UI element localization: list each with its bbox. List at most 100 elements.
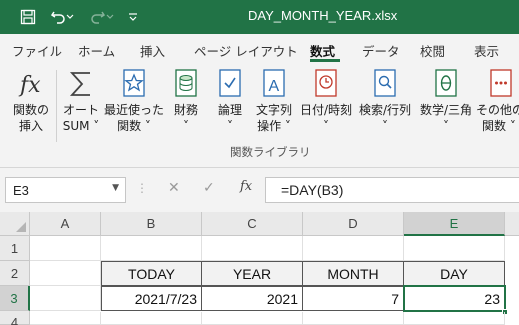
lookup-reference-button[interactable]: 検索/行列 ˅ xyxy=(356,68,414,134)
tab-data[interactable]: データ xyxy=(362,41,400,60)
ribbon-tabs: ファイル ホーム 挿入 ページ レイアウト 数式 データ 校閲 表示 xyxy=(0,34,519,64)
column-header-c[interactable]: C xyxy=(202,212,303,236)
ribbon-separator xyxy=(56,70,57,142)
function-library-group-label: 関数ライブラリ xyxy=(230,145,311,159)
cell-d1[interactable] xyxy=(303,236,404,261)
cell-a2[interactable] xyxy=(30,261,101,286)
cell-b3[interactable]: 2021/7/23 xyxy=(101,286,202,311)
cell-a3[interactable] xyxy=(30,286,101,311)
autosum-label-2: SUM ˅ xyxy=(62,119,100,133)
ribbon-formulas: fx 関数の 挿入 オート SUM ˅ 最近使った 関数 ˅ 財務 ˅ 論理 ˅ xyxy=(0,64,519,168)
autosum-button[interactable]: オート SUM ˅ xyxy=(60,68,102,134)
cell-b1[interactable] xyxy=(101,236,202,261)
text-icon: A xyxy=(259,68,289,100)
column-header-f[interactable] xyxy=(505,212,519,236)
redo-dropdown-icon[interactable] xyxy=(104,7,116,27)
cell-e2[interactable]: DAY xyxy=(403,261,505,286)
worksheet-grid: A B C D E 1 2 3 4 TODAY YEAR MONTH DAY 2… xyxy=(0,212,519,325)
svg-text:fx: fx xyxy=(18,73,41,98)
sigma-icon xyxy=(66,68,96,100)
tab-view[interactable]: 表示 xyxy=(474,41,499,60)
more-functions-button[interactable]: その他の 関数 ˅ xyxy=(476,68,519,134)
financial-label-2: ˅ xyxy=(183,119,189,133)
cell-e1[interactable] xyxy=(404,236,505,261)
row-header-2[interactable]: 2 xyxy=(0,261,30,286)
cell-b2[interactable]: TODAY xyxy=(101,261,202,286)
select-all-corner[interactable] xyxy=(0,212,30,236)
tab-home[interactable]: ホーム xyxy=(78,41,115,60)
cell-d3[interactable]: 7 xyxy=(302,286,404,311)
text-functions-button[interactable]: A 文字列 操作 ˅ xyxy=(252,68,296,134)
chevron-down-icon[interactable]: ▼ xyxy=(112,183,119,193)
more-functions-label-1: その他の xyxy=(476,103,519,117)
date-time-button[interactable]: 日付/時刻 ˅ xyxy=(298,68,354,134)
formula-text: =DAY(B3) xyxy=(281,182,344,198)
name-box-value: E3 xyxy=(13,183,29,198)
name-box[interactable]: E3 ▼ xyxy=(5,177,126,203)
cell-c1[interactable] xyxy=(202,236,303,261)
math-trig-label-2: ˅ xyxy=(443,119,449,133)
fx-icon: fx xyxy=(16,68,46,100)
logical-button[interactable]: 論理 ˅ xyxy=(212,68,248,134)
date-time-label-1: 日付/時刻 xyxy=(299,103,353,117)
row-header-4[interactable]: 4 xyxy=(0,311,30,325)
cell-c4[interactable] xyxy=(202,312,303,325)
column-header-e[interactable]: E xyxy=(404,212,505,236)
tab-formulas[interactable]: 数式 xyxy=(310,41,335,60)
logical-icon xyxy=(215,68,245,100)
logical-label-2: ˅ xyxy=(227,119,233,133)
row-header-1[interactable]: 1 xyxy=(0,236,30,261)
title-bar: DAY_MONTH_YEAR.xlsx xyxy=(0,0,519,34)
autosum-label-1: オート xyxy=(62,103,99,117)
lookup-icon xyxy=(370,68,400,100)
lookup-reference-label-1: 検索/行列 xyxy=(358,103,412,117)
formula-bar: E3 ▼ ⋮ ✕ ✓ fx =DAY(B3) xyxy=(0,168,519,212)
cancel-icon[interactable]: ✕ xyxy=(168,180,180,196)
insert-function-button[interactable]: fx 関数の 挿入 xyxy=(10,68,52,134)
tab-page-layout[interactable]: ページ レイアウト xyxy=(194,41,298,60)
cell-a1[interactable] xyxy=(30,236,101,261)
customize-toolbar-icon[interactable] xyxy=(126,7,140,27)
tab-insert[interactable]: 挿入 xyxy=(140,41,165,60)
insert-function-label-2: 挿入 xyxy=(18,119,43,133)
svg-text:A: A xyxy=(269,78,280,95)
row-header-3[interactable]: 3 xyxy=(0,286,30,311)
financial-icon xyxy=(171,68,201,100)
undo-dropdown-icon[interactable] xyxy=(64,7,76,27)
date-time-label-2: ˅ xyxy=(323,119,329,133)
cell-d2[interactable]: MONTH xyxy=(302,261,404,286)
tab-file[interactable]: ファイル xyxy=(12,41,62,60)
cell-b4[interactable] xyxy=(101,312,202,325)
recent-functions-label-1: 最近使った xyxy=(104,103,165,117)
insert-function-label-1: 関数の xyxy=(12,103,49,117)
cell-a4[interactable] xyxy=(30,312,101,325)
more-functions-icon xyxy=(486,68,516,100)
column-header-a[interactable]: A xyxy=(30,212,101,236)
math-trig-button[interactable]: 数学/三角 ˅ xyxy=(416,68,476,134)
more-functions-label-2: 関数 ˅ xyxy=(482,119,516,133)
active-tab-indicator xyxy=(310,59,340,62)
star-icon xyxy=(119,68,149,100)
save-icon[interactable] xyxy=(18,7,38,27)
cell-e4[interactable] xyxy=(404,312,505,325)
window-title: DAY_MONTH_YEAR.xlsx xyxy=(248,8,398,23)
financial-label-1: 財務 xyxy=(173,103,198,117)
cell-c3[interactable]: 2021 xyxy=(201,286,303,311)
lookup-reference-label-2: ˅ xyxy=(382,119,388,133)
recent-functions-button[interactable]: 最近使った 関数 ˅ xyxy=(104,68,164,134)
math-trig-label-1: 数学/三角 xyxy=(419,103,473,117)
column-header-b[interactable]: B xyxy=(101,212,202,236)
clock-icon xyxy=(311,68,341,100)
text-functions-label-2: 操作 ˅ xyxy=(257,119,291,133)
tab-review[interactable]: 校閲 xyxy=(420,41,445,60)
cell-e3[interactable]: 23 xyxy=(403,285,506,312)
text-functions-label-1: 文字列 xyxy=(255,103,292,117)
cell-c2[interactable]: YEAR xyxy=(201,261,303,286)
financial-button[interactable]: 財務 ˅ xyxy=(168,68,204,134)
column-header-d[interactable]: D xyxy=(303,212,404,236)
insert-function-icon[interactable]: fx xyxy=(240,179,252,194)
drag-handle-icon[interactable]: ⋮ xyxy=(136,181,148,195)
enter-icon[interactable]: ✓ xyxy=(203,180,215,196)
formula-input[interactable]: =DAY(B3) xyxy=(265,177,519,203)
cell-d4[interactable] xyxy=(303,312,404,325)
